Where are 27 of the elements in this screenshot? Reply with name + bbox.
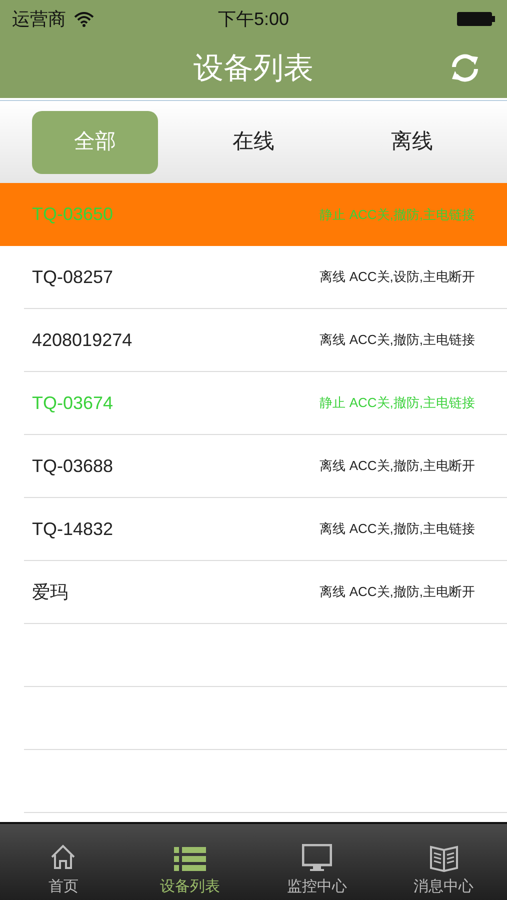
clock-time: 下午5:00 — [218, 8, 290, 30]
tab-bar-item[interactable]: 监控中心 — [254, 824, 380, 900]
tab-bar-item[interactable]: 首页 — [0, 824, 127, 900]
device-status: 离线 ACC关,撤防,主电链接 — [320, 331, 475, 350]
device-status: 离线 ACC关,撤防,主电断开 — [320, 583, 475, 602]
device-name: TQ-03650 — [32, 203, 114, 226]
battery-icon — [457, 12, 495, 26]
device-name: TQ-03688 — [32, 454, 114, 478]
tab-bar-item[interactable]: 消息中心 — [380, 824, 507, 900]
device-status: 离线 ACC关,撤防,主电断开 — [320, 457, 475, 476]
device-status: 静止 ACC关,撤防,主电链接 — [320, 394, 475, 412]
monitor-icon — [302, 844, 332, 872]
list-icon — [174, 846, 206, 872]
page-title: 设备列表 — [194, 50, 314, 86]
device-status: 静止 ACC关,撤防,主电链接 — [320, 206, 475, 224]
filter-tab[interactable]: 在线 — [190, 110, 316, 174]
device-status: 离线 ACC关,设防,主电断开 — [320, 268, 475, 286]
tab-bar-item[interactable]: 设备列表 — [126, 824, 254, 900]
carrier-label: 运营商 — [12, 8, 66, 30]
wifi-icon — [74, 12, 94, 26]
filter-tab[interactable]: 离线 — [349, 110, 475, 174]
device-name: 爱玛 — [32, 580, 68, 604]
device-name: TQ-14832 — [32, 518, 114, 540]
device-name: TQ-08257 — [32, 266, 114, 288]
device-name: 4208019274 — [32, 328, 132, 352]
device-status: 离线 ACC关,撤防,主电链接 — [320, 520, 475, 538]
device-name: TQ-03674 — [32, 392, 114, 414]
